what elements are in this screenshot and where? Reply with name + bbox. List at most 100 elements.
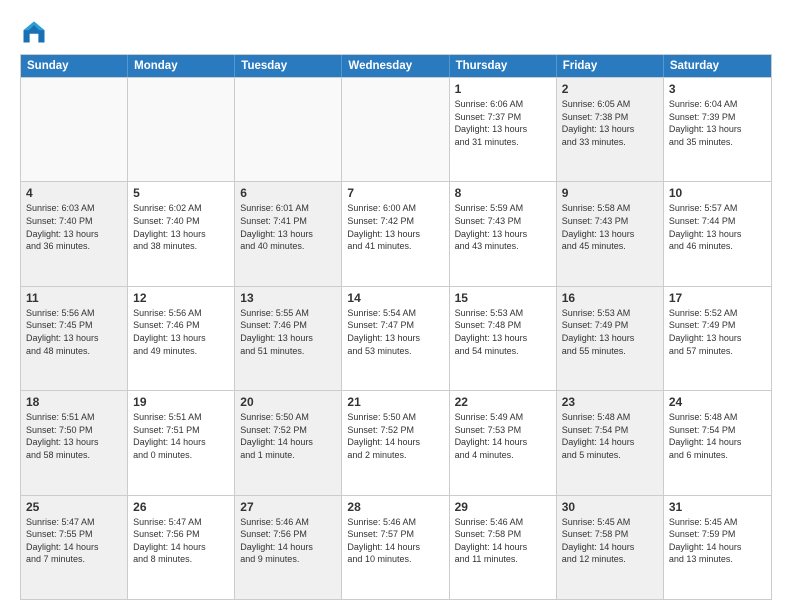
calendar-cell: 12 Sunrise: 5:56 AM Sunset: 7:46 PM Dayli… (128, 287, 235, 390)
cell-info: Sunrise: 5:46 AM Sunset: 7:58 PM Dayligh… (455, 516, 551, 566)
calendar-cell: 19 Sunrise: 5:51 AM Sunset: 7:51 PM Dayli… (128, 391, 235, 494)
day-number: 17 (669, 291, 766, 305)
cell-info: Sunrise: 5:51 AM Sunset: 7:51 PM Dayligh… (133, 411, 229, 461)
cell-info: Sunrise: 5:46 AM Sunset: 7:57 PM Dayligh… (347, 516, 443, 566)
day-number: 29 (455, 500, 551, 514)
cell-info: Sunrise: 6:01 AM Sunset: 7:41 PM Dayligh… (240, 202, 336, 252)
calendar-row-1: 1Sunrise: 6:06 AM Sunset: 7:37 PM Daylig… (21, 77, 771, 181)
cell-info: Sunrise: 5:56 AM Sunset: 7:46 PM Dayligh… (133, 307, 229, 357)
calendar-cell: 16 Sunrise: 5:53 AM Sunset: 7:49 PM Dayli… (557, 287, 664, 390)
day-number: 2 (562, 82, 658, 96)
cell-info: Sunrise: 5:55 AM Sunset: 7:46 PM Dayligh… (240, 307, 336, 357)
calendar-cell: 29 Sunrise: 5:46 AM Sunset: 7:58 PM Dayli… (450, 496, 557, 599)
logo-icon (20, 18, 48, 46)
day-number: 25 (26, 500, 122, 514)
day-number: 4 (26, 186, 122, 200)
calendar-cell (128, 78, 235, 181)
weekday-header-friday: Friday (557, 55, 664, 77)
cell-info: Sunrise: 5:52 AM Sunset: 7:49 PM Dayligh… (669, 307, 766, 357)
day-number: 7 (347, 186, 443, 200)
calendar: SundayMondayTuesdayWednesdayThursdayFrid… (20, 54, 772, 600)
day-number: 1 (455, 82, 551, 96)
calendar-cell: 7 Sunrise: 6:00 AM Sunset: 7:42 PM Daylig… (342, 182, 449, 285)
day-number: 24 (669, 395, 766, 409)
day-number: 9 (562, 186, 658, 200)
cell-info: Sunrise: 6:02 AM Sunset: 7:40 PM Dayligh… (133, 202, 229, 252)
weekday-header-thursday: Thursday (450, 55, 557, 77)
weekday-header-sunday: Sunday (21, 55, 128, 77)
header (20, 18, 772, 46)
calendar-cell: 1Sunrise: 6:06 AM Sunset: 7:37 PM Daylig… (450, 78, 557, 181)
cell-info: Sunrise: 5:59 AM Sunset: 7:43 PM Dayligh… (455, 202, 551, 252)
calendar-cell: 25Sunrise: 5:47 AM Sunset: 7:55 PM Dayli… (21, 496, 128, 599)
calendar-cell: 20Sunrise: 5:50 AM Sunset: 7:52 PM Dayli… (235, 391, 342, 494)
calendar-cell: 28 Sunrise: 5:46 AM Sunset: 7:57 PM Dayli… (342, 496, 449, 599)
calendar-cell: 5 Sunrise: 6:02 AM Sunset: 7:40 PM Daylig… (128, 182, 235, 285)
cell-info: Sunrise: 5:49 AM Sunset: 7:53 PM Dayligh… (455, 411, 551, 461)
day-number: 19 (133, 395, 229, 409)
calendar-cell: 11 Sunrise: 5:56 AM Sunset: 7:45 PM Dayli… (21, 287, 128, 390)
cell-info: Sunrise: 6:00 AM Sunset: 7:42 PM Dayligh… (347, 202, 443, 252)
day-number: 21 (347, 395, 443, 409)
calendar-cell: 15Sunrise: 5:53 AM Sunset: 7:48 PM Dayli… (450, 287, 557, 390)
day-number: 23 (562, 395, 658, 409)
calendar-row-4: 18 Sunrise: 5:51 AM Sunset: 7:50 PM Dayli… (21, 390, 771, 494)
calendar-cell: 6Sunrise: 6:01 AM Sunset: 7:41 PM Daylig… (235, 182, 342, 285)
cell-info: Sunrise: 5:51 AM Sunset: 7:50 PM Dayligh… (26, 411, 122, 461)
day-number: 27 (240, 500, 336, 514)
calendar-cell: 8 Sunrise: 5:59 AM Sunset: 7:43 PM Daylig… (450, 182, 557, 285)
day-number: 10 (669, 186, 766, 200)
day-number: 22 (455, 395, 551, 409)
day-number: 31 (669, 500, 766, 514)
cell-info: Sunrise: 5:53 AM Sunset: 7:49 PM Dayligh… (562, 307, 658, 357)
page: SundayMondayTuesdayWednesdayThursdayFrid… (0, 0, 792, 612)
day-number: 8 (455, 186, 551, 200)
cell-info: Sunrise: 5:45 AM Sunset: 7:58 PM Dayligh… (562, 516, 658, 566)
calendar-row-5: 25Sunrise: 5:47 AM Sunset: 7:55 PM Dayli… (21, 495, 771, 599)
calendar-cell: 30Sunrise: 5:45 AM Sunset: 7:58 PM Dayli… (557, 496, 664, 599)
calendar-cell: 24 Sunrise: 5:48 AM Sunset: 7:54 PM Dayli… (664, 391, 771, 494)
cell-info: Sunrise: 5:48 AM Sunset: 7:54 PM Dayligh… (669, 411, 766, 461)
calendar-cell: 14 Sunrise: 5:54 AM Sunset: 7:47 PM Dayli… (342, 287, 449, 390)
calendar-row-2: 4Sunrise: 6:03 AM Sunset: 7:40 PM Daylig… (21, 181, 771, 285)
calendar-cell: 9 Sunrise: 5:58 AM Sunset: 7:43 PM Daylig… (557, 182, 664, 285)
day-number: 28 (347, 500, 443, 514)
day-number: 18 (26, 395, 122, 409)
cell-info: Sunrise: 5:54 AM Sunset: 7:47 PM Dayligh… (347, 307, 443, 357)
day-number: 12 (133, 291, 229, 305)
calendar-cell: 21 Sunrise: 5:50 AM Sunset: 7:52 PM Dayli… (342, 391, 449, 494)
calendar-cell: 22 Sunrise: 5:49 AM Sunset: 7:53 PM Dayli… (450, 391, 557, 494)
cell-info: Sunrise: 5:56 AM Sunset: 7:45 PM Dayligh… (26, 307, 122, 357)
day-number: 3 (669, 82, 766, 96)
calendar-cell (342, 78, 449, 181)
cell-info: Sunrise: 5:48 AM Sunset: 7:54 PM Dayligh… (562, 411, 658, 461)
day-number: 16 (562, 291, 658, 305)
day-number: 5 (133, 186, 229, 200)
calendar-body: 1Sunrise: 6:06 AM Sunset: 7:37 PM Daylig… (21, 77, 771, 599)
calendar-header: SundayMondayTuesdayWednesdayThursdayFrid… (21, 55, 771, 77)
weekday-header-wednesday: Wednesday (342, 55, 449, 77)
weekday-header-monday: Monday (128, 55, 235, 77)
cell-info: Sunrise: 5:57 AM Sunset: 7:44 PM Dayligh… (669, 202, 766, 252)
cell-info: Sunrise: 6:05 AM Sunset: 7:38 PM Dayligh… (562, 98, 658, 148)
calendar-cell: 27 Sunrise: 5:46 AM Sunset: 7:56 PM Dayli… (235, 496, 342, 599)
day-number: 26 (133, 500, 229, 514)
day-number: 20 (240, 395, 336, 409)
day-number: 15 (455, 291, 551, 305)
cell-info: Sunrise: 6:04 AM Sunset: 7:39 PM Dayligh… (669, 98, 766, 148)
calendar-cell: 23 Sunrise: 5:48 AM Sunset: 7:54 PM Dayli… (557, 391, 664, 494)
calendar-cell: 3 Sunrise: 6:04 AM Sunset: 7:39 PM Daylig… (664, 78, 771, 181)
cell-info: Sunrise: 5:47 AM Sunset: 7:56 PM Dayligh… (133, 516, 229, 566)
calendar-cell (21, 78, 128, 181)
weekday-header-saturday: Saturday (664, 55, 771, 77)
calendar-cell: 2 Sunrise: 6:05 AM Sunset: 7:38 PM Daylig… (557, 78, 664, 181)
day-number: 11 (26, 291, 122, 305)
cell-info: Sunrise: 5:46 AM Sunset: 7:56 PM Dayligh… (240, 516, 336, 566)
day-number: 14 (347, 291, 443, 305)
day-number: 13 (240, 291, 336, 305)
cell-info: Sunrise: 5:50 AM Sunset: 7:52 PM Dayligh… (347, 411, 443, 461)
logo (20, 18, 52, 46)
cell-info: Sunrise: 5:58 AM Sunset: 7:43 PM Dayligh… (562, 202, 658, 252)
calendar-cell (235, 78, 342, 181)
calendar-cell: 31Sunrise: 5:45 AM Sunset: 7:59 PM Dayli… (664, 496, 771, 599)
